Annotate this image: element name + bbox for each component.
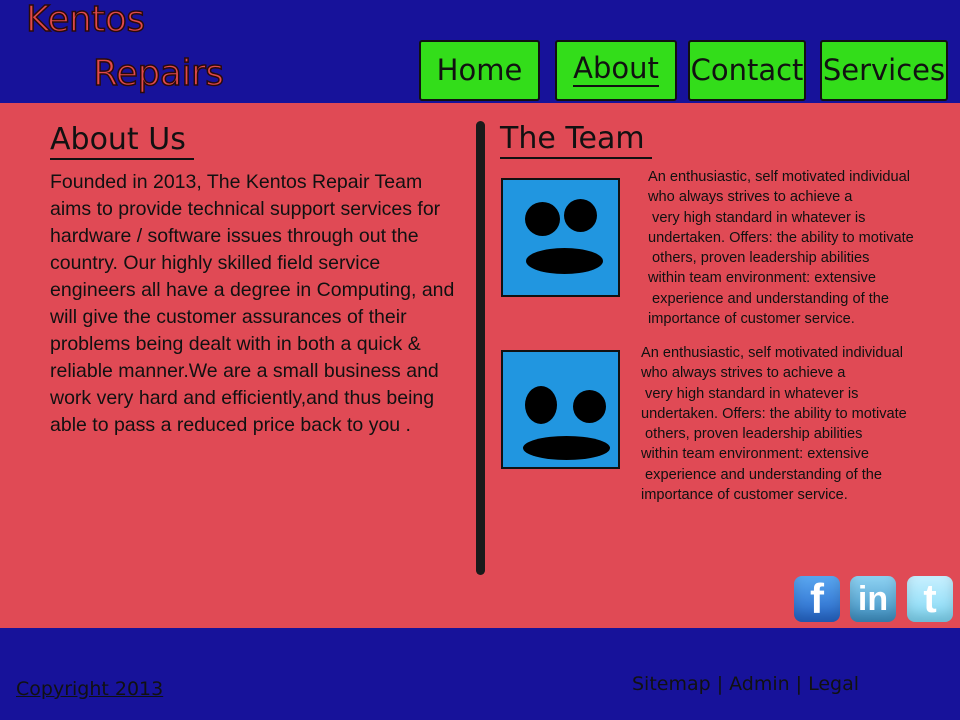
- nav-services-label: Services: [822, 53, 946, 87]
- facebook-icon[interactable]: f: [794, 575, 840, 622]
- nav-about-button[interactable]: About: [555, 40, 677, 101]
- avatar-left-eye: [525, 202, 560, 236]
- logo-line-2[interactable]: Repairs: [92, 55, 225, 93]
- about-us-text: Founded in 2013, The Kentos Repair Team …: [50, 171, 455, 436]
- nav-about-label: About: [573, 51, 659, 87]
- team-member-2-avatar: [501, 350, 620, 469]
- footer-link-sitemap[interactable]: Sitemap: [632, 673, 711, 695]
- nav-contact-label: Contact: [690, 53, 804, 87]
- link-separator: |: [795, 673, 803, 695]
- nav-contact-button[interactable]: Contact: [688, 40, 806, 101]
- avatar-right-eye: [573, 390, 606, 423]
- team-member-1-bio: An enthusiastic, self motivated individu…: [648, 169, 914, 328]
- main-content: About Us Founded in 2013, The Kentos Rep…: [0, 103, 960, 628]
- column-divider: [476, 121, 485, 575]
- copyright-link[interactable]: Copyright 2013: [16, 678, 163, 700]
- avatar-mouth: [526, 248, 603, 274]
- footer-link-admin[interactable]: Admin: [729, 673, 790, 695]
- footer-link-legal[interactable]: Legal: [808, 673, 859, 695]
- about-us-heading: About Us: [50, 125, 194, 160]
- nav-home-button[interactable]: Home: [419, 40, 540, 101]
- logo-line-1[interactable]: Kentos: [25, 1, 146, 39]
- footer-links: Sitemap | Admin | Legal: [632, 673, 859, 695]
- twitter-icon[interactable]: t: [907, 576, 953, 622]
- footer: Copyright 2013 Sitemap | Admin | Legal: [0, 628, 960, 720]
- avatar-mouth: [523, 436, 610, 460]
- avatar-right-eye: [564, 199, 597, 232]
- nav-home-label: Home: [436, 53, 523, 87]
- team-member-2-bio: An enthusiastic, self motivated individu…: [641, 345, 907, 504]
- link-separator: |: [716, 673, 724, 695]
- linkedin-icon[interactable]: in: [850, 576, 896, 622]
- header: Kentos Repairs Home About Contact Servic…: [0, 0, 960, 103]
- the-team-heading: The Team: [500, 124, 652, 159]
- avatar-left-eye: [525, 386, 557, 424]
- team-member-1-avatar: [501, 178, 620, 297]
- nav-services-button[interactable]: Services: [820, 40, 948, 101]
